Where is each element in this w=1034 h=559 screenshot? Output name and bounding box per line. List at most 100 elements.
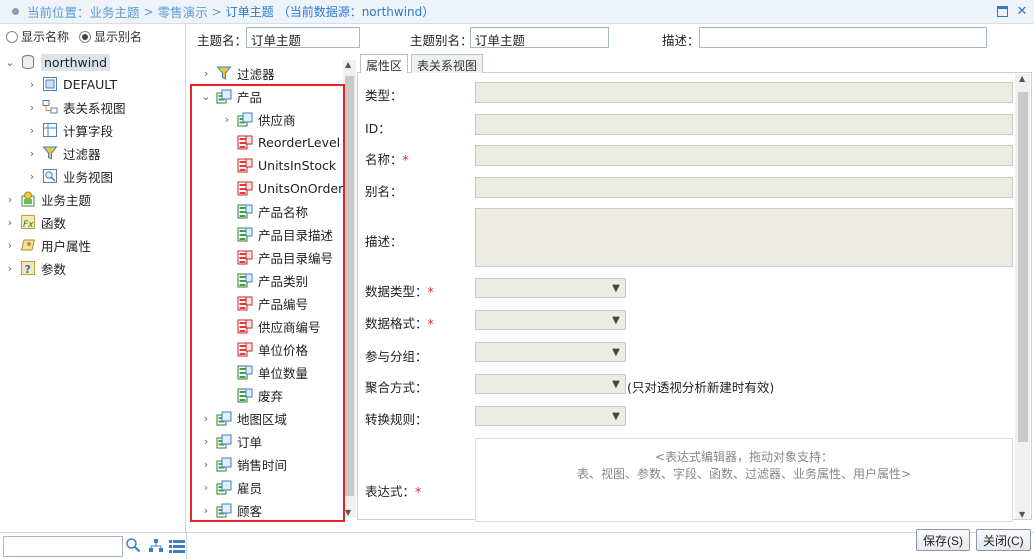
title-bar: 当前位置： 业务主题 > 零售演示 > 订单主题 （当前数据源：northwin… <box>0 0 1034 24</box>
grouping-label: 参与分组： <box>365 349 428 364</box>
tree-node-northwind[interactable]: ⌄ northwind <box>4 51 111 73</box>
conversion-select[interactable]: ▼ <box>475 406 626 426</box>
name-label: 名称：* <box>365 152 409 167</box>
topic-alias-input[interactable]: 订单主题 <box>470 27 609 48</box>
chevron-down-icon: ▼ <box>612 410 620 422</box>
scrollbar-thumb[interactable] <box>1018 92 1028 442</box>
aggregation-select[interactable]: ▼ <box>475 374 626 394</box>
tree-node-filter[interactable]: › 过滤器 <box>200 62 275 84</box>
tree-label: 过滤器 <box>237 66 275 82</box>
relation-view-icon <box>42 99 58 115</box>
maximize-icon[interactable] <box>995 4 1009 18</box>
topic-name-input[interactable]: 订单主题 <box>246 27 360 48</box>
name-field[interactable] <box>475 145 1013 166</box>
expression-editor[interactable]: <表达式编辑器，拖动对象支持： 表、视图、参数、字段、函数、过滤器、业务属性、用… <box>475 438 1013 522</box>
grouping-select[interactable]: ▼ <box>475 342 626 362</box>
data-format-select[interactable]: ▼ <box>475 310 626 330</box>
svg-text:?: ? <box>25 263 31 276</box>
location-dot-icon <box>12 8 19 15</box>
id-label: ID： <box>365 121 391 136</box>
tree-node-user-attr[interactable]: › 用户属性 <box>4 234 91 256</box>
database-icon <box>20 54 36 70</box>
expression-label: 表达式：* <box>365 484 422 499</box>
tree-label: DEFAULT <box>63 76 118 92</box>
close-icon[interactable]: ✕ <box>1015 4 1029 19</box>
conversion-label: 转换规则： <box>365 412 428 427</box>
breadcrumb-retail-demo[interactable]: 零售演示 <box>158 2 208 21</box>
chevron-down-icon[interactable]: ⌄ <box>4 56 16 69</box>
chevron-down-icon: ▼ <box>612 314 620 326</box>
tree-node-biz-topic[interactable]: › 业务主题 <box>4 188 91 210</box>
aggregation-note: (只对透视分析新建时有效) <box>627 380 775 395</box>
tree-node-biz-view[interactable]: › 业务视图 <box>26 165 113 187</box>
chevron-down-icon: ▼ <box>612 282 620 294</box>
chevron-down-icon: ▼ <box>612 378 620 390</box>
topic-name-label: 主题名： <box>197 33 248 48</box>
tree-node-calc-field[interactable]: › 计算字段 <box>26 119 113 141</box>
highlight-box <box>190 84 345 522</box>
data-type-label: 数据类型：* <box>365 284 434 299</box>
tree-view-icon[interactable] <box>148 538 164 557</box>
tree-node-filter[interactable]: › 过滤器 <box>26 142 101 164</box>
bottom-bar <box>0 532 1034 559</box>
desc-label: 描述： <box>365 234 403 249</box>
breadcrumb-business-topic[interactable]: 业务主题 <box>90 2 140 21</box>
chevron-right-icon[interactable]: › <box>200 67 212 80</box>
breadcrumb-separator: > <box>211 4 222 19</box>
id-field[interactable] <box>475 114 1013 135</box>
list-view-icon[interactable] <box>169 539 185 556</box>
description-input[interactable] <box>699 27 987 48</box>
property-scrollbar[interactable]: ▲ ▼ <box>1015 74 1030 519</box>
required-mark: * <box>402 152 409 167</box>
tree-node-param[interactable]: › ? 参数 <box>4 257 66 279</box>
data-format-label: 数据格式：* <box>365 316 434 331</box>
search-input[interactable] <box>3 536 123 557</box>
expression-hint-line2: 表、视图、参数、字段、函数、过滤器、业务属性、用户属性> <box>576 467 912 481</box>
tree-label: 用户属性 <box>41 238 92 254</box>
filter-icon <box>216 65 232 81</box>
tree-label: northwind <box>41 53 111 71</box>
radio-show-alias[interactable]: 显示别名 <box>79 28 142 45</box>
desc-field[interactable] <box>475 208 1013 267</box>
function-icon: Fx <box>20 214 36 230</box>
chevron-right-icon[interactable]: › <box>4 262 16 275</box>
datasource-label: （当前数据源：northwind） <box>277 5 435 19</box>
scrollbar-thumb[interactable] <box>345 76 354 496</box>
save-button[interactable]: 保存(S) <box>916 529 970 551</box>
search-icon[interactable] <box>125 537 141 556</box>
chevron-right-icon[interactable]: › <box>26 147 38 160</box>
chevron-right-icon[interactable]: › <box>26 170 38 183</box>
chevron-right-icon[interactable]: › <box>26 101 38 114</box>
chevron-down-icon: ▼ <box>612 346 620 358</box>
schema-icon <box>42 76 58 92</box>
data-type-select[interactable]: ▼ <box>475 278 626 298</box>
display-mode-group: 显示名称 显示别名 <box>6 28 142 45</box>
business-topic-icon <box>20 191 36 207</box>
chevron-right-icon[interactable]: › <box>26 78 38 91</box>
type-label: 类型： <box>365 88 403 103</box>
parameter-icon: ? <box>20 260 36 276</box>
expression-hint-line1: <表达式编辑器，拖动对象支持： <box>654 450 834 464</box>
tab-relation-view[interactable]: 表关系视图 <box>411 54 484 73</box>
tree-node-default[interactable]: › DEFAULT <box>26 73 117 95</box>
tree-label: 参数 <box>41 261 67 277</box>
breadcrumb-label: 当前位置： <box>27 5 90 20</box>
radio-show-name[interactable]: 显示名称 <box>6 28 69 45</box>
chevron-right-icon[interactable]: › <box>26 124 38 137</box>
magnifier-view-icon <box>42 168 58 184</box>
chevron-right-icon[interactable]: › <box>4 239 16 252</box>
tree-label: 过滤器 <box>63 146 101 162</box>
tree-node-function[interactable]: › Fx 函数 <box>4 211 66 233</box>
tree-node-relation-view[interactable]: › 表关系视图 <box>26 96 126 118</box>
user-attribute-icon <box>20 237 36 253</box>
type-field[interactable] <box>475 82 1013 103</box>
alias-field[interactable] <box>475 177 1013 198</box>
breadcrumb-order-topic: 订单主题 <box>225 5 274 19</box>
tab-properties[interactable]: 属性区 <box>360 54 409 73</box>
calc-field-icon <box>42 122 58 138</box>
close-button[interactable]: 关闭(C) <box>976 529 1031 551</box>
chevron-right-icon[interactable]: › <box>4 193 16 206</box>
tree-label: 业务视图 <box>63 169 114 185</box>
tree-label: 函数 <box>41 215 67 231</box>
chevron-right-icon[interactable]: › <box>4 216 16 229</box>
